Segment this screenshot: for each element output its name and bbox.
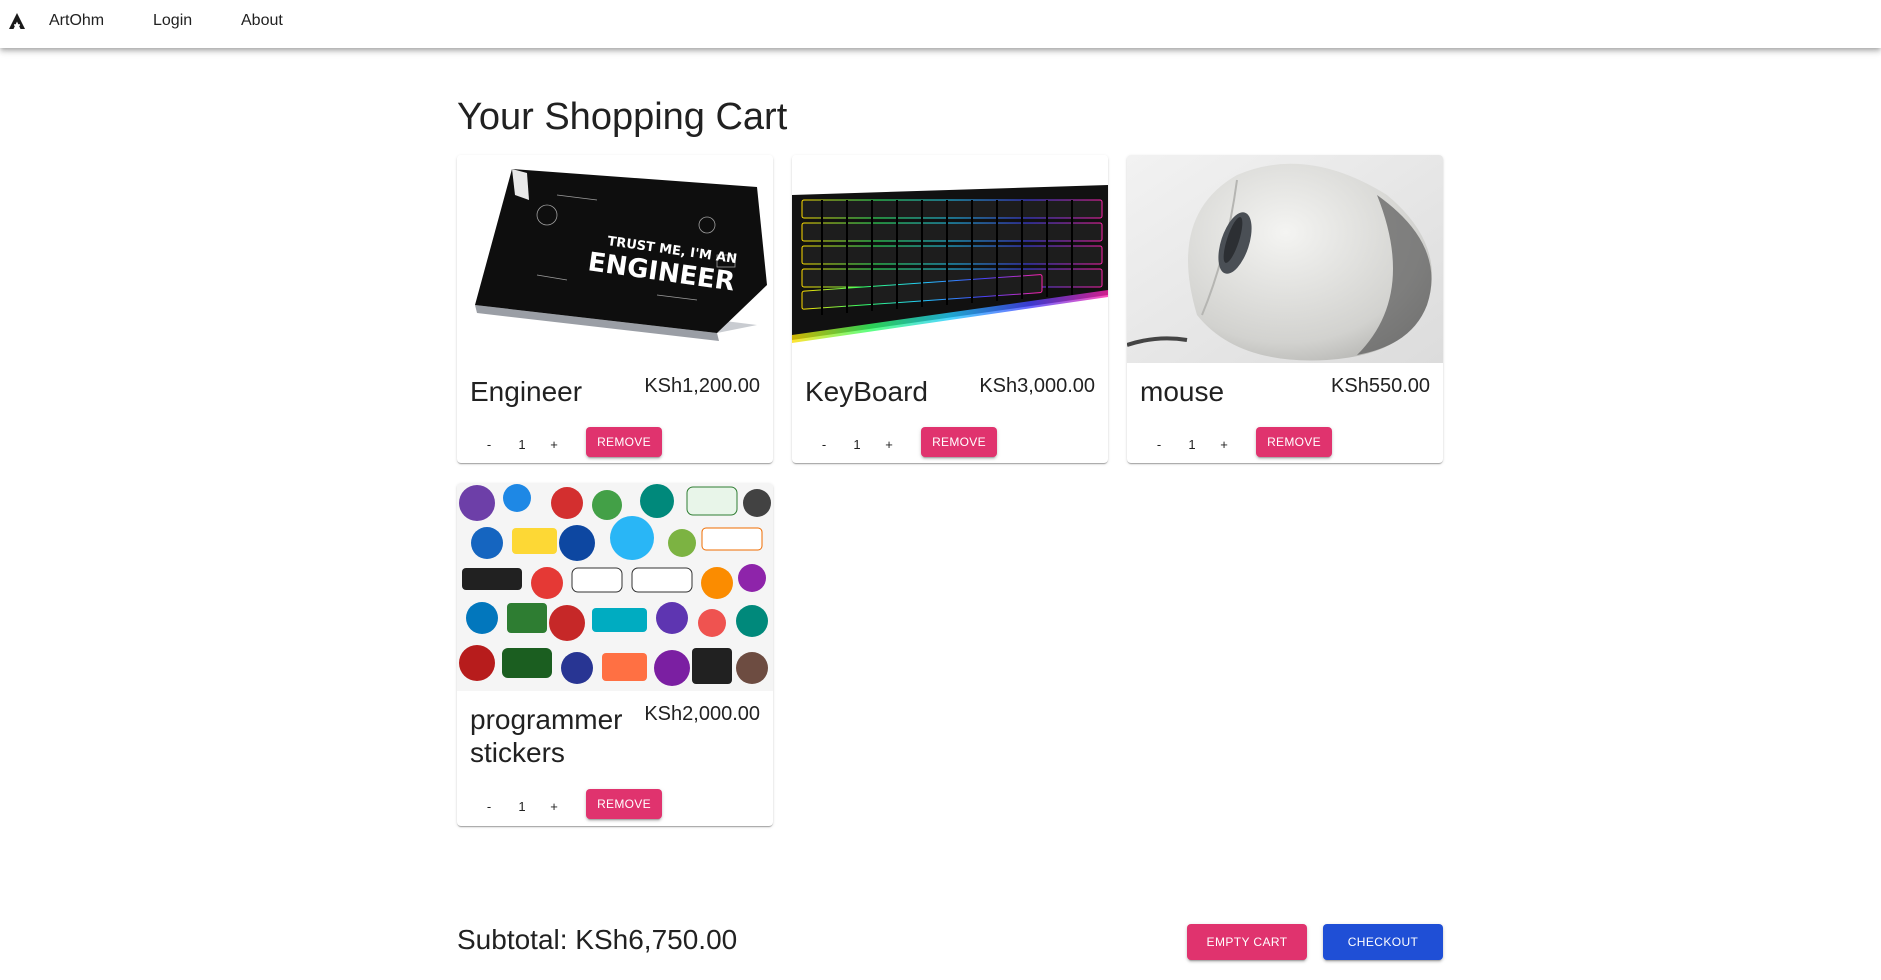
remove-item-button[interactable]: REMOVE	[586, 427, 662, 457]
page-title: Your Shopping Cart	[457, 96, 788, 138]
item-actions: - 1 + REMOVE	[1127, 427, 1443, 463]
cart-item-card: programmer stickers KSh2,000.00 - 1 + RE…	[457, 483, 773, 826]
checkout-button[interactable]: CHECKOUT	[1323, 924, 1443, 960]
nav-login-link[interactable]: Login	[153, 12, 192, 30]
quantity-value: 1	[518, 799, 526, 814]
item-price: KSh2,000.00	[644, 703, 760, 725]
decrease-quantity-button[interactable]: -	[479, 435, 499, 455]
increase-quantity-button[interactable]: +	[879, 435, 899, 455]
remove-item-button[interactable]: REMOVE	[921, 427, 997, 457]
item-price: KSh1,200.00	[644, 375, 760, 397]
item-actions: - 1 + REMOVE	[457, 789, 773, 825]
decrease-quantity-button[interactable]: -	[479, 797, 499, 817]
item-price: KSh550.00	[1331, 375, 1430, 397]
item-name: programmer stickers	[470, 704, 623, 768]
quantity-value: 1	[518, 437, 526, 452]
remove-item-button[interactable]: REMOVE	[586, 789, 662, 819]
cart-item-card: KeyBoard KSh3,000.00 - 1 + REMOVE	[792, 155, 1108, 463]
decrease-quantity-button[interactable]: -	[1149, 435, 1169, 455]
cart-subtotal: Subtotal: KSh6,750.00	[457, 924, 738, 955]
item-name: KeyBoard	[805, 376, 928, 407]
item-actions: - 1 + REMOVE	[792, 427, 1108, 463]
item-name: mouse	[1140, 376, 1225, 407]
item-price: KSh3,000.00	[979, 375, 1095, 397]
increase-quantity-button[interactable]: +	[1214, 435, 1234, 455]
mouse-image	[1127, 155, 1443, 363]
stickers-image	[457, 483, 773, 691]
increase-quantity-button[interactable]: +	[544, 797, 564, 817]
cart-item-card: TRUST ME, I'M AN ENGINEER Engineer KSh1,…	[457, 155, 773, 463]
remove-item-button[interactable]: REMOVE	[1256, 427, 1332, 457]
increase-quantity-button[interactable]: +	[544, 435, 564, 455]
quantity-value: 1	[853, 437, 861, 452]
cart-item-card: mouse KSh550.00 - 1 + REMOVE	[1127, 155, 1443, 463]
laptop-skin-image: TRUST ME, I'M AN ENGINEER	[457, 155, 773, 363]
keyboard-image	[792, 155, 1108, 363]
app-bar: ArtOhm Login About	[0, 0, 1881, 48]
artohm-logo-icon	[9, 13, 25, 29]
empty-cart-button[interactable]: EMPTY CART	[1187, 924, 1307, 960]
nav-brand-link[interactable]: ArtOhm	[49, 12, 104, 30]
item-name: Engineer	[470, 376, 583, 407]
quantity-value: 1	[1188, 437, 1196, 452]
nav-about-link[interactable]: About	[241, 12, 283, 30]
decrease-quantity-button[interactable]: -	[814, 435, 834, 455]
item-actions: - 1 + REMOVE	[457, 427, 773, 463]
